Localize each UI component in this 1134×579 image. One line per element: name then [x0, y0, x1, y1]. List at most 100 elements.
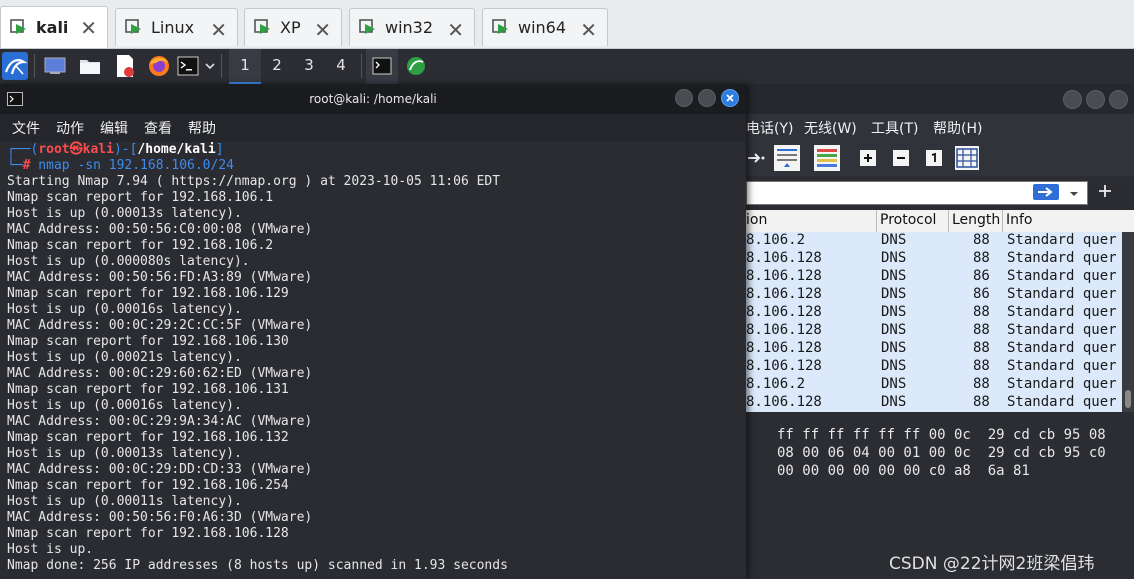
colorize-icon[interactable] [814, 145, 840, 171]
packet-cell-dest: 8.106.128 [746, 340, 822, 356]
go-to-packet-icon[interactable] [746, 150, 766, 166]
menu-action[interactable]: 动作 [56, 118, 84, 138]
text-editor-icon[interactable] [114, 54, 136, 78]
vm-tab-linux[interactable]: Linux ✕ [115, 8, 238, 46]
hex-bytes-line: ff ff ff ff ff ff 00 0c 29 cd cb 95 08 [777, 427, 1106, 443]
output-line: Nmap scan report for 192.168.106.130 [7, 334, 289, 349]
command-text: nmap -sn 192.168.106.0/24 [30, 158, 234, 173]
workspace-1[interactable]: 1 [229, 49, 261, 84]
column-info[interactable]: Info [1006, 212, 1033, 228]
close-icon[interactable] [1109, 90, 1128, 109]
output-line: MAC Address: 00:50:56:F0:A6:3D (VMware) [7, 510, 313, 525]
output-line: MAC Address: 00:50:56:FD:A3:89 (VMware) [7, 270, 313, 285]
packet-cell-info: Standard quer [1007, 286, 1117, 302]
output-line: Nmap scan report for 192.168.106.131 [7, 382, 289, 397]
packet-cell-info: Standard quer [1007, 358, 1117, 374]
zoom-out-icon[interactable] [893, 150, 909, 166]
menu-edit[interactable]: 编辑 [100, 118, 128, 138]
terminal-output[interactable]: ┌──(root㉿kali)-[/home/kali] └─# nmap -sn… [0, 142, 746, 579]
close-icon[interactable]: ✕ [80, 16, 97, 40]
chevron-down-icon[interactable] [203, 58, 217, 74]
normal-size-icon[interactable] [926, 150, 942, 166]
file-manager-icon[interactable] [79, 55, 101, 77]
vm-machine-icon [359, 18, 377, 37]
close-icon[interactable]: ✕ [314, 18, 331, 42]
zoom-in-icon[interactable] [860, 150, 876, 166]
vm-tab-label: win64 [518, 18, 567, 37]
packet-cell-len: 88 [973, 358, 990, 374]
packet-cell-proto: DNS [881, 250, 907, 266]
minimize-icon[interactable] [1063, 90, 1082, 109]
output-line: Nmap done: 256 IP addresses (8 hosts up)… [7, 558, 508, 573]
packet-list-scrollbar[interactable] [1122, 232, 1134, 412]
maximize-icon[interactable] [1086, 90, 1105, 109]
menu-telephony[interactable]: 电话(Y) [746, 118, 793, 138]
vm-tab-win32[interactable]: win32 ✕ [349, 8, 475, 46]
auto-scroll-icon[interactable] [774, 145, 800, 171]
hex-bytes-line: 08 00 06 04 00 01 00 0c 29 cd cb 95 c0 [777, 445, 1106, 461]
packet-cell-len: 88 [973, 232, 990, 248]
packet-cell-proto: DNS [881, 322, 907, 338]
packet-cell-info: Standard quer [1007, 376, 1117, 392]
vm-tab-kali[interactable]: kali ✕ [0, 6, 108, 48]
packet-cell-dest: 8.106.128 [746, 304, 822, 320]
workspace-3[interactable]: 3 [293, 49, 325, 84]
packet-cell-len: 88 [973, 322, 990, 338]
prompt-path: /home/kali [137, 142, 216, 157]
close-icon[interactable] [721, 89, 739, 107]
column-protocol[interactable]: Protocol [880, 212, 936, 228]
panel-separator [34, 54, 35, 78]
kali-menu-icon[interactable] [2, 52, 28, 80]
vm-machine-icon [492, 18, 510, 37]
packet-cell-len: 86 [973, 268, 990, 284]
close-icon[interactable]: ✕ [580, 18, 597, 42]
display-filter-input[interactable] [746, 181, 1088, 205]
workspace-4[interactable]: 4 [325, 49, 357, 84]
packet-cell-proto: DNS [881, 376, 907, 392]
vm-tab-label: win32 [385, 18, 434, 37]
terminal-launcher-icon[interactable] [177, 56, 199, 76]
taskbar-wireshark-window[interactable] [400, 49, 432, 84]
column-length[interactable]: Length [952, 212, 1000, 228]
menu-wireless[interactable]: 无线(W) [804, 118, 857, 138]
menu-help[interactable]: 帮助(H) [933, 118, 982, 138]
packet-cell-dest: 8.106.128 [746, 358, 822, 374]
apply-filter-icon[interactable] [1033, 184, 1059, 200]
output-line: Host is up (0.00013s latency). [7, 206, 242, 221]
prompt-frame: )-[ [113, 142, 138, 157]
add-filter-button-icon[interactable] [1096, 182, 1114, 200]
vm-machine-icon [125, 18, 143, 37]
vm-tab-bar: kali ✕ Linux ✕ XP ✕ win32 ✕ win64 ✕ [0, 0, 1134, 49]
packet-cell-dest: 8.106.2 [746, 376, 806, 392]
taskbar-terminal-window[interactable] [366, 49, 398, 84]
menu-help[interactable]: 帮助 [188, 118, 216, 138]
output-line: Host is up (0.000080s latency). [7, 254, 250, 269]
workspace-2[interactable]: 2 [261, 49, 293, 84]
minimize-icon[interactable] [675, 89, 693, 107]
show-desktop-icon[interactable] [44, 56, 66, 76]
vm-tab-xp[interactable]: XP ✕ [244, 8, 342, 46]
resize-columns-icon[interactable] [955, 146, 979, 170]
menu-view[interactable]: 查看 [144, 118, 172, 138]
packet-cell-proto: DNS [881, 304, 907, 320]
packet-cell-len: 88 [973, 304, 990, 320]
close-icon[interactable]: ✕ [447, 18, 464, 42]
menu-tools[interactable]: 工具(T) [871, 118, 918, 138]
packet-cell-dest: 8.106.128 [746, 394, 822, 410]
packet-cell-dest: 8.106.128 [746, 250, 822, 266]
packet-cell-dest: 8.106.2 [746, 232, 806, 248]
column-destination[interactable]: ion [746, 212, 767, 228]
menu-file[interactable]: 文件 [12, 118, 40, 138]
panel-separator [221, 54, 222, 78]
output-line: MAC Address: 00:0C:29:9A:34:AC (VMware) [7, 414, 313, 429]
output-line: Host is up (0.00013s latency). [7, 446, 242, 461]
packet-cell-proto: DNS [881, 286, 907, 302]
chevron-down-icon[interactable] [1067, 186, 1081, 200]
packet-cell-len: 88 [973, 250, 990, 266]
firefox-icon[interactable] [147, 54, 171, 78]
packet-cell-info: Standard quer [1007, 322, 1117, 338]
vm-tab-win64[interactable]: win64 ✕ [482, 8, 608, 46]
prompt-frame: └─ [7, 158, 23, 173]
maximize-icon[interactable] [698, 89, 716, 107]
close-icon[interactable]: ✕ [210, 18, 227, 42]
